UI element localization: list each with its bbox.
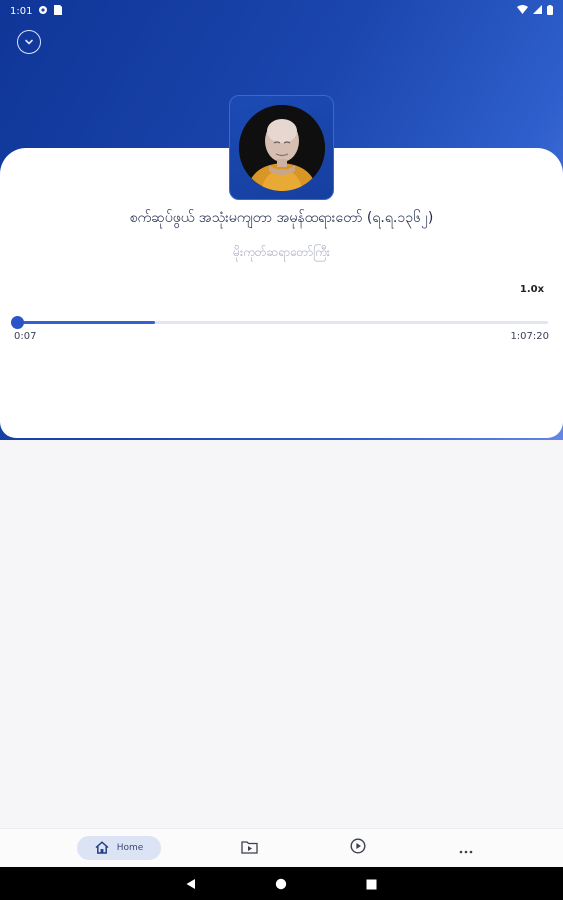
monk-portrait — [238, 104, 325, 191]
bottom-navigation: Home — [0, 828, 563, 867]
more-icon — [459, 839, 473, 858]
status-bar: 1:01 — [0, 0, 563, 22]
folder-play-icon — [240, 839, 258, 858]
nav-home-label: Home — [116, 843, 144, 853]
recents-square-icon — [366, 875, 377, 894]
battery-icon — [547, 4, 553, 18]
system-home-button[interactable] — [273, 876, 289, 892]
system-navigation-bar — [0, 867, 563, 900]
seek-bar-progress — [17, 321, 156, 324]
play-circle-icon — [350, 838, 366, 858]
current-time: 0:07 — [14, 331, 37, 342]
status-time: 1:01 — [10, 5, 33, 17]
nav-library-tab[interactable] — [239, 838, 259, 858]
nav-home-tab[interactable]: Home — [77, 836, 161, 860]
seek-bar-handle[interactable] — [11, 316, 24, 329]
nav-player-tab[interactable] — [348, 838, 368, 858]
seek-bar[interactable] — [11, 316, 548, 329]
chevron-down-icon — [23, 33, 35, 52]
wifi-icon — [517, 5, 528, 17]
back-triangle-icon — [185, 875, 197, 894]
track-artist: မိုးကုတ်ဆရာတော်ကြီး — [233, 245, 330, 259]
settings-icon — [38, 5, 48, 18]
system-back-button[interactable] — [183, 876, 199, 892]
home-circle-icon — [275, 875, 287, 894]
collapse-player-button[interactable] — [17, 30, 41, 54]
system-recents-button[interactable] — [363, 876, 379, 892]
track-title: စက်ဆုပ်ဖွယ် အသုံးမကျတာ အမုန်ထရားတော် (ရ.… — [129, 210, 434, 226]
signal-icon — [533, 5, 542, 17]
home-icon — [95, 839, 109, 858]
playback-speed-button[interactable]: 1.0x — [512, 284, 552, 295]
sim-icon — [54, 4, 63, 18]
total-time: 1:07:20 — [510, 331, 549, 342]
album-artwork — [229, 95, 334, 200]
nav-more-tab[interactable] — [456, 838, 476, 858]
